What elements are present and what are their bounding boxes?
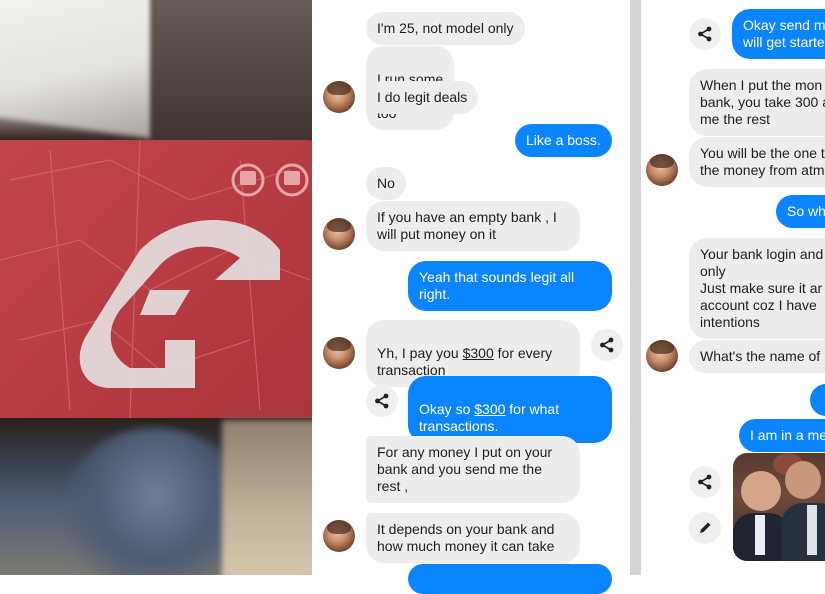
share-button[interactable] — [689, 18, 721, 50]
outgoing-message: Like a boss. — [515, 124, 612, 157]
money-link[interactable]: $300 — [474, 401, 505, 417]
incoming-message: It depends on your bank and how much mon… — [366, 513, 580, 563]
photo-attachment[interactable] — [733, 453, 825, 561]
message-text: Okay so — [419, 401, 475, 417]
contact-avatar[interactable] — [323, 337, 355, 369]
incoming-message: You will be the one t the money from atm — [689, 137, 825, 187]
share-icon — [698, 474, 712, 490]
contact-avatar[interactable] — [646, 340, 678, 372]
photo-part — [755, 515, 765, 555]
share-icon — [698, 26, 712, 42]
card-logo-graphic — [0, 140, 311, 418]
outgoing-message: I am in a me — [739, 419, 825, 452]
photo-part — [785, 461, 821, 499]
panel-divider — [630, 0, 641, 575]
photo-part — [781, 503, 825, 561]
incoming-message: I'm 25, not model only — [366, 12, 525, 45]
photo-wall — [150, 0, 312, 150]
incoming-message: I do legit deals — [366, 81, 479, 114]
incoming-message: What's the name of — [689, 340, 825, 373]
photo-part — [807, 505, 817, 555]
red-transit-card — [0, 140, 312, 418]
outgoing-message: Okay so $300 for what transactions. — [408, 376, 612, 443]
outgoing-message: So wh — [776, 195, 825, 228]
contact-avatar[interactable] — [323, 81, 355, 113]
pencil-icon — [700, 522, 711, 533]
share-icon — [600, 337, 614, 353]
edit-button[interactable] — [689, 512, 721, 544]
photo-khaki — [222, 420, 312, 575]
outgoing-message-partial — [408, 564, 612, 594]
background-photo — [0, 0, 312, 575]
contact-avatar[interactable] — [323, 218, 355, 250]
contact-avatar[interactable] — [323, 520, 355, 552]
share-icon — [375, 393, 389, 409]
outgoing-message: Yeah that sounds legit all right. — [408, 261, 612, 311]
photo-part — [741, 471, 781, 511]
incoming-message: If you have an empty bank , I will put m… — [366, 201, 580, 251]
money-link[interactable]: $300 — [463, 345, 494, 361]
outgoing-message: Okay send m will get starte — [732, 9, 825, 59]
incoming-message: When I put the mon bank, you take 300 a … — [689, 69, 825, 136]
message-text: Yh, I pay you — [377, 345, 463, 361]
share-button[interactable] — [689, 466, 721, 498]
incoming-message: Your bank login and only Just make sure … — [689, 238, 825, 339]
share-button[interactable] — [366, 385, 398, 417]
incoming-message: For any money I put on your bank and you… — [366, 436, 580, 503]
contact-avatar[interactable] — [646, 154, 678, 186]
incoming-message: No — [366, 167, 406, 200]
share-button[interactable] — [591, 329, 623, 361]
